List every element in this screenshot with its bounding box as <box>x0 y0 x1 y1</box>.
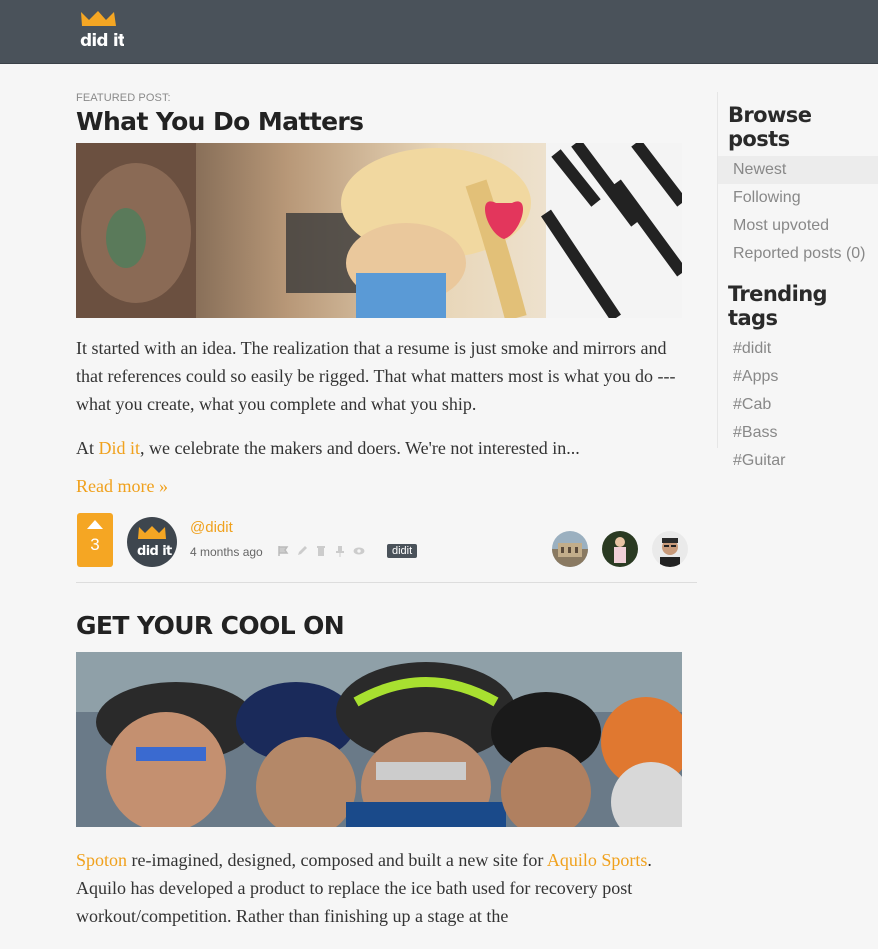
browse-item-following[interactable]: Following <box>718 184 878 212</box>
tag-item-bass[interactable]: #Bass <box>718 419 878 447</box>
featured-post-body: It started with an idea. The realization… <box>76 334 697 462</box>
flag-icon[interactable] <box>277 544 289 556</box>
featured-post-title[interactable]: What You Do Matters <box>76 107 697 137</box>
aquilo-sports-link[interactable]: Aquilo Sports <box>547 850 648 870</box>
post2-title[interactable]: GET YOUR COOL ON <box>76 610 697 642</box>
eye-icon[interactable] <box>353 544 365 556</box>
para2-prefix: At <box>76 438 99 458</box>
post-time: 4 months ago <box>190 545 263 559</box>
post-feed: FEATURED POST: What You Do Matters It st… <box>76 92 697 946</box>
top-navbar: did it <box>0 0 878 64</box>
post2-image[interactable] <box>76 652 682 827</box>
tag-item-guitar[interactable]: #Guitar <box>718 447 878 475</box>
spoton-link[interactable]: Spoton <box>76 850 127 870</box>
svg-text:did it: did it <box>80 31 124 50</box>
vote-count: 3 <box>90 535 100 554</box>
tag-item-cab[interactable]: #Cab <box>718 391 878 419</box>
post2-text1: re-imagined, designed, composed and buil… <box>127 850 547 870</box>
post2-body: Spoton re-imagined, designed, composed a… <box>76 846 697 930</box>
browse-list: Newest Following Most upvoted Reported p… <box>718 156 878 268</box>
featured-post-image[interactable] <box>76 143 682 318</box>
post2-para: Spoton re-imagined, designed, composed a… <box>76 846 697 930</box>
tag-item-didit[interactable]: #didit <box>718 335 878 363</box>
post-meta: 3 did it @didit 4 months ago didit <box>76 513 697 583</box>
read-more-link[interactable]: Read more » <box>76 476 168 497</box>
featured-label: FEATURED POST: <box>76 92 171 104</box>
author-name-link[interactable]: @didit <box>190 519 233 536</box>
post-actions <box>277 544 365 557</box>
featured-para-1: It started with an idea. The realization… <box>76 338 676 414</box>
upvote-arrow-icon <box>87 520 103 529</box>
browse-item-reported[interactable]: Reported posts (0) <box>718 240 878 268</box>
browse-posts-heading: Browse posts <box>728 103 812 151</box>
svg-text:did it: did it <box>137 544 172 559</box>
para2-suffix: , we celebrate the makers and doers. We'… <box>140 438 580 458</box>
pin-icon[interactable] <box>334 544 346 557</box>
trash-icon[interactable] <box>315 544 327 556</box>
trending-tags-heading: Trending tags <box>728 282 828 330</box>
voter-avatar[interactable] <box>602 531 638 567</box>
author-avatar[interactable]: did it <box>127 517 177 567</box>
didit-logo[interactable]: did it <box>78 10 124 50</box>
post-tag-badge[interactable]: didit <box>387 544 418 558</box>
voter-avatars <box>552 531 688 567</box>
browse-item-most-upvoted[interactable]: Most upvoted <box>718 212 878 240</box>
sidebar: Browse posts Newest Following Most upvot… <box>717 92 878 469</box>
pencil-icon[interactable] <box>296 544 308 556</box>
browse-item-newest[interactable]: Newest <box>718 156 878 184</box>
voter-avatar[interactable] <box>552 531 588 567</box>
tag-list: #didit #Apps #Cab #Bass #Guitar <box>718 335 878 475</box>
voter-avatar[interactable] <box>652 531 688 567</box>
featured-para-2: At Did it, we celebrate the makers and d… <box>76 434 697 462</box>
didit-link[interactable]: Did it <box>99 438 141 458</box>
upvote-button[interactable]: 3 <box>77 513 113 567</box>
tag-item-apps[interactable]: #Apps <box>718 363 878 391</box>
